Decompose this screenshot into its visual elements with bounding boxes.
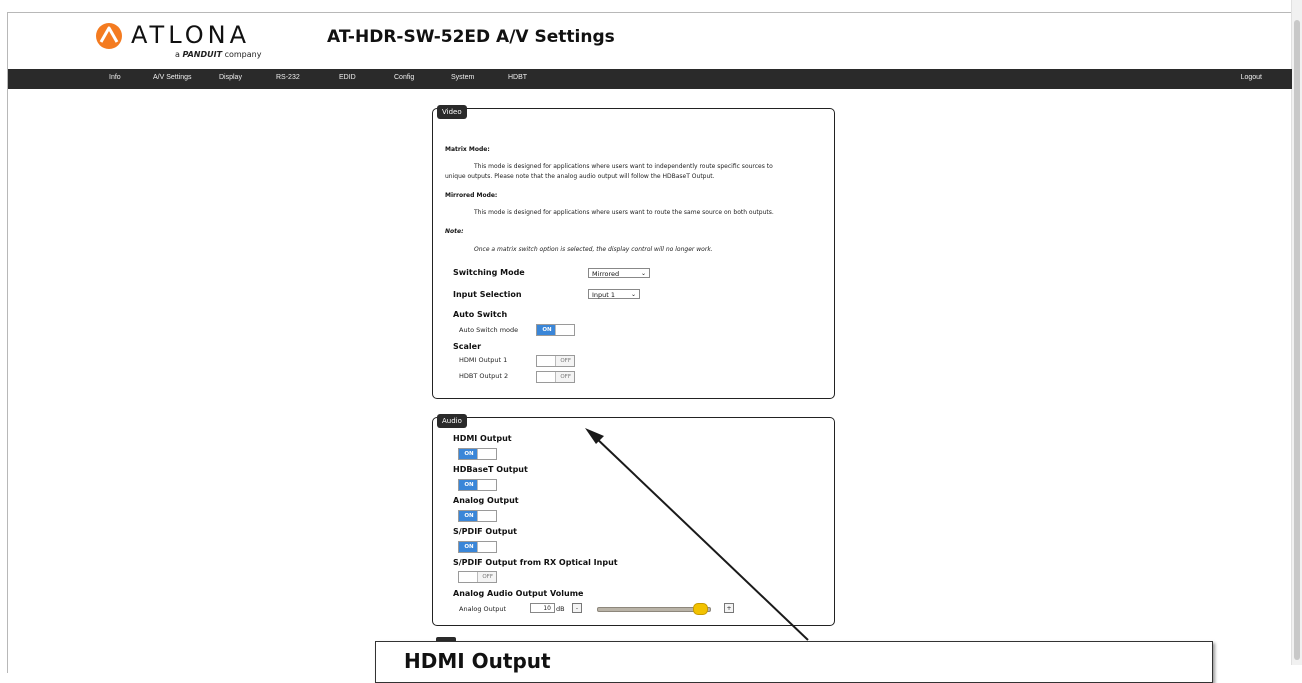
zoom-callout: HDMI Output: [375, 641, 1213, 683]
callout-arrow-icon: [585, 428, 809, 641]
zoom-callout-text: HDMI Output: [404, 649, 551, 673]
